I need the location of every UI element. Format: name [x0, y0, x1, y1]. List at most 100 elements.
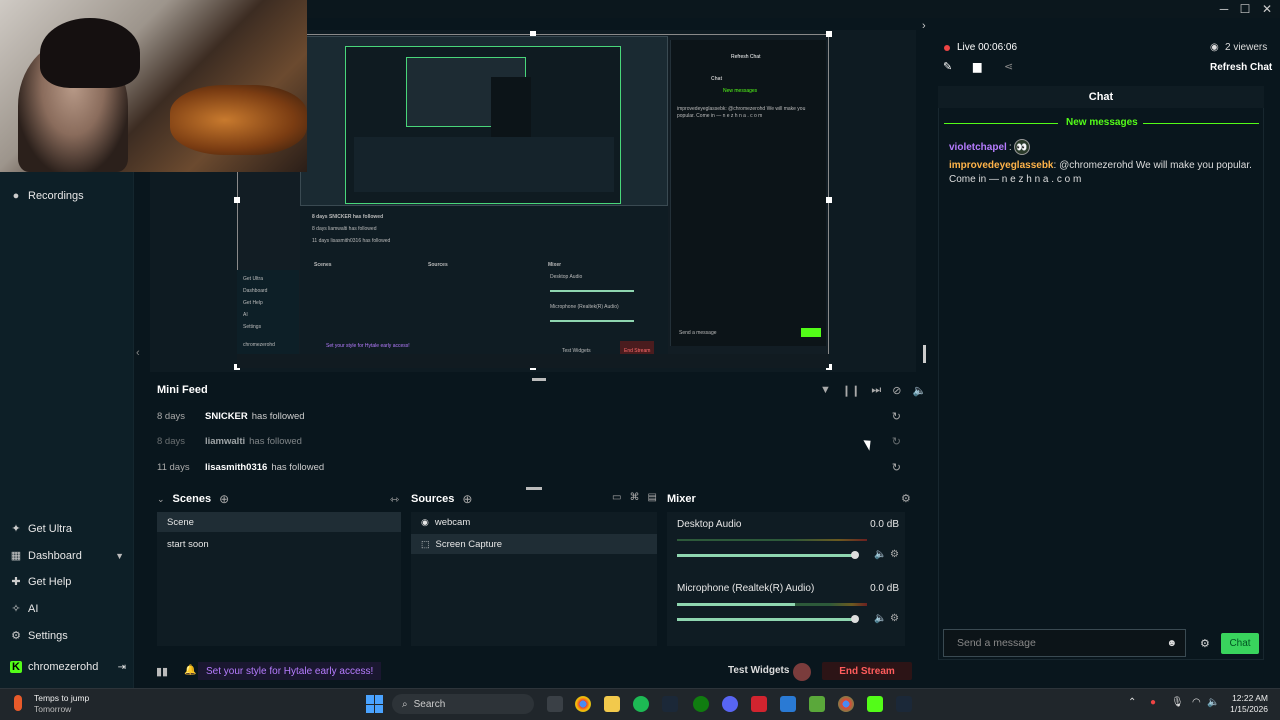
file-explorer-icon[interactable] — [604, 696, 620, 712]
folder-icon[interactable]: ▤ — [647, 492, 656, 503]
volume-icon[interactable]: 🔈 — [912, 384, 926, 397]
volume-slider[interactable] — [677, 618, 857, 621]
volume-slider-knob[interactable] — [851, 551, 859, 559]
add-scene-icon[interactable]: ⊕ — [219, 492, 229, 506]
skip-icon[interactable]: ⏭ — [871, 384, 881, 397]
feed-action: has followed — [251, 410, 305, 422]
microphone-icon[interactable]: 🎙 — [1171, 697, 1184, 708]
transform-handle[interactable] — [234, 197, 240, 203]
sidebar-item-settings[interactable]: ⚙ Settings — [10, 626, 68, 646]
tray-app-icon[interactable]: ● — [1150, 697, 1156, 708]
drag-handle[interactable] — [532, 378, 546, 381]
filter-icon[interactable]: ▼ — [820, 384, 831, 397]
nested-sidebar: Get Ultra Dashboard Get Help AI Settings… — [237, 270, 299, 354]
scene-item[interactable]: Scene — [157, 512, 401, 532]
resize-handle[interactable] — [923, 345, 926, 363]
nested-desktop-audio: Desktop Audio — [550, 274, 583, 280]
viewer-count: 2 viewers — [1225, 42, 1268, 53]
test-widgets-label[interactable]: Test Widgets — [728, 665, 789, 676]
scene-transition-icon[interactable]: ⇿ — [390, 493, 399, 506]
tray-chevron-icon[interactable]: ⌃ — [1128, 697, 1136, 708]
xbox-icon[interactable] — [693, 696, 709, 712]
mini-feed-controls: ▼ ❙❙ ⏭ ⊘ 🔈 — [820, 384, 926, 397]
source-item[interactable]: ◉ webcam — [411, 512, 657, 532]
lock-icon[interactable]: ⌘ — [629, 492, 639, 503]
replay-icon[interactable]: ↻ — [892, 461, 901, 474]
transform-handle[interactable] — [826, 31, 832, 37]
chat-username[interactable]: improvedeyeglassebk — [949, 160, 1054, 171]
stats-icon[interactable]: ▮▮ — [156, 665, 168, 678]
drag-handle[interactable] — [526, 487, 542, 490]
add-source-icon[interactable]: ⊕ — [462, 492, 472, 506]
mute-alerts-icon[interactable]: ⊘ — [892, 384, 901, 397]
bell-icon[interactable]: 🔔 — [184, 665, 196, 676]
gear-icon[interactable]: ⚙ — [890, 549, 899, 560]
sidebar-item-account[interactable]: K chromezerohd ⇥ — [10, 657, 126, 677]
pause-icon[interactable]: ❙❙ — [842, 384, 860, 397]
collapse-sidebar-icon[interactable]: ⇥ — [118, 662, 126, 673]
steam-app-icon[interactable] — [896, 696, 912, 712]
app-icon[interactable] — [780, 696, 796, 712]
volume-icon[interactable]: 🔈 — [874, 613, 886, 624]
edit-icon[interactable]: ✎ — [943, 60, 952, 73]
weather-line2[interactable]: Tomorrow — [34, 704, 71, 714]
clip-icon[interactable]: ▆ — [973, 60, 981, 73]
chat-username[interactable]: violetchapel — [949, 142, 1007, 153]
mixer-settings-icon[interactable]: ⚙ — [901, 492, 911, 505]
chevron-left-icon[interactable]: ‹ — [136, 347, 140, 359]
monitor-icon[interactable]: ▭ — [612, 492, 621, 503]
steam-icon[interactable] — [662, 696, 678, 712]
search-label: Search — [413, 698, 446, 710]
clock-time[interactable]: 12:22 AM — [1230, 693, 1268, 703]
spotify-icon[interactable] — [633, 696, 649, 712]
mcafee-icon[interactable] — [751, 696, 767, 712]
collapse-icon[interactable]: ⌄ — [157, 494, 165, 505]
volume-slider[interactable] — [677, 554, 857, 557]
source-item[interactable]: ⬚ Screen Capture — [411, 534, 657, 554]
chrome-icon[interactable] — [575, 696, 591, 712]
refresh-chat-button[interactable]: Refresh Chat — [1210, 62, 1272, 73]
weather-line1[interactable]: Temps to jump — [34, 693, 89, 703]
chat-input[interactable]: Send a message ☻ — [943, 629, 1186, 657]
maximize-icon[interactable]: ☐ — [1233, 0, 1257, 18]
nested-scenes-title: Scenes — [314, 262, 332, 268]
sidebar-item-label: Settings — [28, 630, 68, 642]
end-stream-button[interactable]: End Stream — [822, 662, 912, 680]
chevron-right-icon[interactable]: › — [922, 20, 926, 32]
wifi-icon[interactable]: ◠ — [1192, 697, 1201, 708]
chat-send-button[interactable]: Chat — [1221, 633, 1259, 654]
streamer-hair — [40, 18, 140, 88]
volume-icon[interactable]: 🔈 — [874, 549, 886, 560]
close-icon[interactable]: ✕ — [1255, 0, 1279, 18]
mixer-channel-level: 0.0 dB — [870, 583, 899, 594]
share-icon[interactable]: ⋖ — [1004, 60, 1013, 73]
promo-banner[interactable]: Set your style for Hytale early access! — [198, 662, 382, 680]
sidebar-item-ai[interactable]: ✧ AI — [10, 599, 38, 619]
volume-slider-knob[interactable] — [851, 615, 859, 623]
sidebar-item-dashboard[interactable]: ▦ Dashboard ▼ — [10, 546, 124, 566]
chat-settings-icon[interactable]: ⚙ — [1200, 637, 1210, 650]
taskbar-search[interactable]: ⌕ Search — [392, 694, 534, 714]
emoji-icon[interactable]: ☻ — [1166, 638, 1177, 649]
streamlabs-icon[interactable] — [867, 696, 883, 712]
dashboard-icon: ▦ — [10, 550, 22, 562]
sidebar-item-get-ultra[interactable]: ✦ Get Ultra — [10, 519, 72, 539]
gear-icon[interactable]: ⚙ — [890, 613, 899, 624]
minecraft-icon[interactable] — [809, 696, 825, 712]
windows-start-icon[interactable] — [366, 695, 384, 713]
replay-icon[interactable]: ↻ — [892, 410, 901, 423]
chrome-profile-icon[interactable] — [838, 696, 854, 712]
speaker-icon[interactable]: 🔈 — [1207, 697, 1219, 708]
transform-handle[interactable] — [826, 197, 832, 203]
sidebar-item-get-help[interactable]: ✚ Get Help — [10, 572, 71, 592]
clock-date[interactable]: 1/15/2026 — [1228, 704, 1268, 714]
feed-user: SNICKER — [205, 410, 248, 422]
feed-action: has followed — [249, 435, 302, 447]
task-view-icon[interactable] — [547, 696, 563, 712]
discord-icon[interactable] — [722, 696, 738, 712]
replay-icon[interactable]: ↻ — [892, 435, 901, 448]
scene-item[interactable]: start soon — [157, 534, 401, 554]
avatar[interactable] — [793, 663, 811, 681]
sidebar-item-recordings[interactable]: ● Recordings — [10, 186, 84, 206]
webcam-feed — [0, 0, 307, 172]
